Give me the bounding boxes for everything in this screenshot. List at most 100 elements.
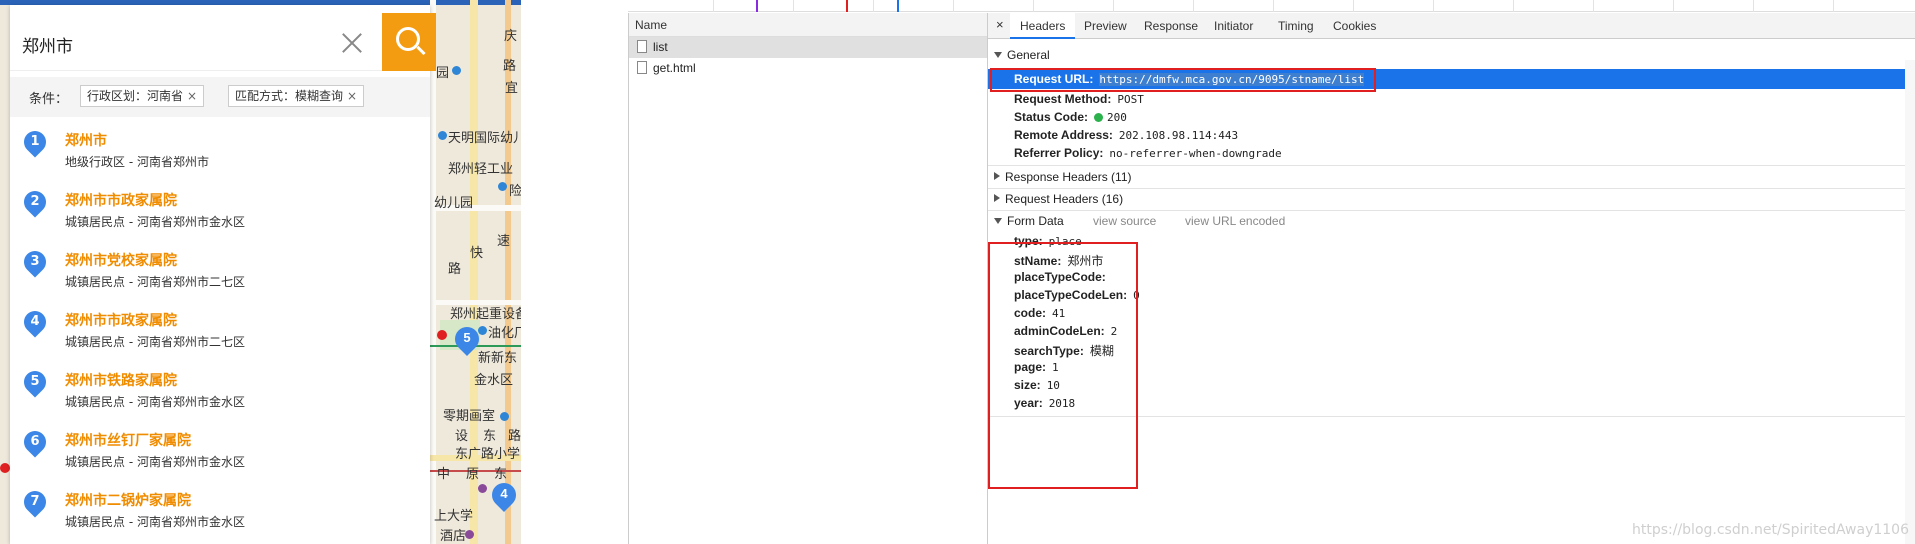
search-input[interactable]: 郑州市 xyxy=(22,32,73,57)
map-label: 郑州轻工业 xyxy=(448,162,514,177)
header-row: Referrer Policy: no-referrer-when-downgra… xyxy=(1014,146,1282,160)
view-source-link[interactable]: view source xyxy=(1093,214,1156,228)
map-poi-icon[interactable] xyxy=(498,182,507,191)
result-title[interactable]: 郑州市铁路家属院 xyxy=(65,370,177,390)
map-poi-icon[interactable] xyxy=(465,530,474,539)
close-icon[interactable]: × xyxy=(347,89,357,103)
map-marker[interactable]: 5 xyxy=(450,322,484,357)
map-poi-icon[interactable] xyxy=(437,330,447,340)
request-row[interactable]: get.html xyxy=(629,58,987,79)
tab-timing[interactable]: Timing xyxy=(1278,13,1314,39)
list-item[interactable]: 7 郑州市二锅炉家属院 城镇居民点 - 河南省郑州市金水区 xyxy=(10,485,430,544)
chevron-right-icon xyxy=(994,172,1000,180)
map-view[interactable]: 天明国际幼儿 郑州轻工业 幼儿园 快 速 路 郑州起重设备 油化厂 新新东 金水… xyxy=(0,0,521,544)
list-item[interactable]: 1 郑州市 地级行政区 - 河南省郑州市 xyxy=(10,125,430,185)
chevron-down-icon xyxy=(994,218,1002,224)
field-value: no-referrer-when-downgrade xyxy=(1109,147,1282,160)
header-row: Request Method: POST xyxy=(1014,92,1144,106)
close-icon[interactable]: × xyxy=(187,89,197,103)
result-title[interactable]: 郑州市二锅炉家属院 xyxy=(65,490,191,510)
form-field-row: year: 2018 xyxy=(1014,396,1075,410)
map-poi-icon[interactable] xyxy=(452,66,461,75)
list-item[interactable]: 6 郑州市丝钉厂家属院 城镇居民点 - 河南省郑州市金水区 xyxy=(10,425,430,485)
result-subtitle: 地级行政区 - 河南省郑州市 xyxy=(65,155,209,169)
timeline-tick xyxy=(1113,0,1114,12)
map-marker-number: 4 xyxy=(500,486,508,501)
filter-chip-region[interactable]: 行政区划：河南省 × xyxy=(80,85,205,107)
filter-chip-match[interactable]: 匹配方式：模糊查询 × xyxy=(228,85,365,107)
request-headers-section[interactable]: Request Headers (16) xyxy=(994,192,1123,206)
map-label: 原 xyxy=(466,467,480,482)
result-number: 5 xyxy=(30,374,40,389)
result-title[interactable]: 郑州市市政家属院 xyxy=(65,190,177,210)
status-dot-icon xyxy=(1094,113,1104,122)
map-label: 宜 xyxy=(505,81,519,96)
view-url-encoded-link[interactable]: view URL encoded xyxy=(1185,214,1285,228)
chip-label: 行政区划：河南省 xyxy=(87,89,184,103)
map-poi-icon[interactable] xyxy=(0,463,10,473)
request-row[interactable]: list xyxy=(629,37,987,58)
result-title[interactable]: 郑州市 xyxy=(65,130,107,150)
list-item[interactable]: 4 郑州市市政家属院 城镇居民点 - 河南省郑州市二七区 xyxy=(10,305,430,365)
map-pin-icon: 6 xyxy=(19,426,51,459)
network-timeline[interactable] xyxy=(628,0,1915,12)
timeline-tick xyxy=(1673,0,1674,12)
request-name: get.html xyxy=(653,61,696,75)
response-headers-section[interactable]: Response Headers (11) xyxy=(994,170,1132,184)
result-title[interactable]: 郑州市市政家属院 xyxy=(65,310,177,330)
map-poi-icon[interactable] xyxy=(438,131,447,140)
clear-icon[interactable] xyxy=(340,30,364,54)
filter-bar: 条件： 行政区划：河南省 × 匹配方式：模糊查询 × xyxy=(10,77,430,117)
result-subtitle: 城镇居民点 - 河南省郑州市金水区 xyxy=(65,515,245,529)
field-value: place xyxy=(1048,235,1082,248)
result-number: 1 xyxy=(30,134,40,149)
tab-initiator[interactable]: Initiator xyxy=(1214,13,1253,39)
form-data-section-header[interactable]: Form Data xyxy=(994,214,1064,228)
map-poi-icon[interactable] xyxy=(500,412,509,421)
name-column-header[interactable]: Name xyxy=(629,13,987,37)
field-key: searchType: xyxy=(1014,344,1084,358)
map-poi-icon[interactable] xyxy=(478,484,487,493)
result-number: 2 xyxy=(30,194,40,209)
map-poi-icon[interactable] xyxy=(478,326,487,335)
search-button[interactable] xyxy=(382,13,436,71)
request-url-row[interactable]: Request URL: https://dmfw.mca.gov.cn/9095… xyxy=(988,69,1915,89)
list-item[interactable]: 2 郑州市市政家属院 城镇居民点 - 河南省郑州市金水区 xyxy=(10,185,430,245)
tab-preview[interactable]: Preview xyxy=(1084,13,1127,39)
map-label: 酒店 xyxy=(440,529,467,544)
scrollbar[interactable] xyxy=(1905,60,1915,544)
result-number: 6 xyxy=(30,434,40,449)
section-title: General xyxy=(1007,48,1050,62)
tab-cookies[interactable]: Cookies xyxy=(1333,13,1376,39)
map-pin-icon: 1 xyxy=(19,126,51,159)
field-value: 模糊 xyxy=(1089,344,1114,358)
result-title[interactable]: 郑州市党校家属院 xyxy=(65,250,177,270)
general-section-header[interactable]: General xyxy=(994,48,1050,62)
details-tabbar: × Headers Preview Response Initiator Tim… xyxy=(988,13,1915,39)
tab-response[interactable]: Response xyxy=(1144,13,1198,39)
list-item[interactable]: 5 郑州市铁路家属院 城镇居民点 - 河南省郑州市金水区 xyxy=(10,365,430,425)
file-icon xyxy=(637,40,647,53)
field-key: Status Code: xyxy=(1014,110,1089,124)
section-title: Request Headers (16) xyxy=(1005,192,1124,206)
map-pin-icon: 2 xyxy=(19,186,51,219)
field-key: Referrer Policy: xyxy=(1014,146,1104,160)
timeline-tick xyxy=(1513,0,1514,12)
map-label: 郑州起重设备 xyxy=(450,307,521,322)
result-subtitle: 城镇居民点 - 河南省郑州市金水区 xyxy=(65,455,245,469)
field-key: adminCodeLen: xyxy=(1014,324,1105,338)
close-icon[interactable]: × xyxy=(996,17,1004,32)
field-value: 2018 xyxy=(1048,397,1076,410)
list-item[interactable]: 3 郑州市党校家属院 城镇居民点 - 河南省郑州市二七区 xyxy=(10,245,430,305)
request-url-value[interactable]: https://dmfw.mca.gov.cn/9095/stname/list xyxy=(1099,73,1365,86)
map-label: 东广路小学 xyxy=(455,447,521,462)
chevron-down-icon xyxy=(994,52,1002,58)
map-marker[interactable]: 4 xyxy=(487,478,521,513)
field-key: code: xyxy=(1014,306,1047,320)
result-subtitle: 城镇居民点 - 河南省郑州市金水区 xyxy=(65,215,245,229)
map-label: 园 xyxy=(436,66,450,81)
timeline-marker xyxy=(897,0,899,12)
result-title[interactable]: 郑州市丝钉厂家属院 xyxy=(65,430,191,450)
tab-headers[interactable]: Headers xyxy=(1010,13,1076,39)
search-box[interactable]: 郑州市 xyxy=(10,13,382,71)
